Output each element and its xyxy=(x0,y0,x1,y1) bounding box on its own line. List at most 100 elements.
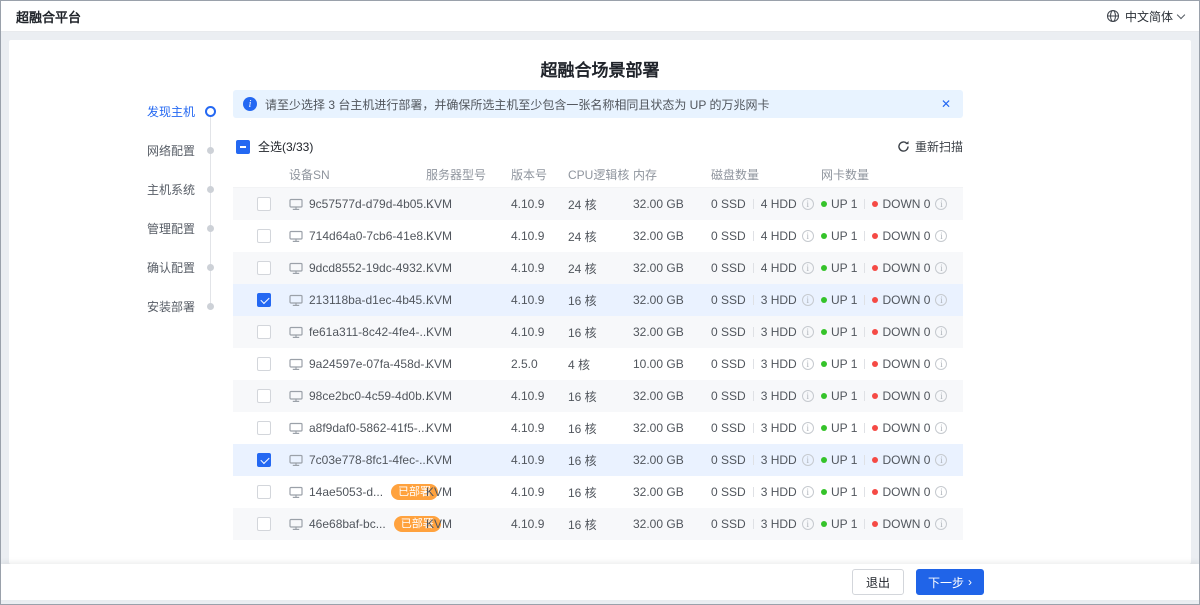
nic-info-icon[interactable]: i xyxy=(935,262,947,274)
wizard-step[interactable]: 主机系统 xyxy=(9,170,221,209)
divider xyxy=(864,295,865,305)
host-cpu-cores: 16 核 xyxy=(568,484,633,501)
nic-info-icon[interactable]: i xyxy=(935,422,947,434)
wizard-step[interactable]: 网络配置 xyxy=(9,131,221,170)
host-checkbox[interactable] xyxy=(257,453,271,467)
disk-info-icon[interactable]: i xyxy=(802,262,814,274)
nic-info-icon[interactable]: i xyxy=(935,358,947,370)
banner-text: 请至少选择 3 台主机进行部署，并确保所选主机至少包含一张名称相同且状态为 UP… xyxy=(265,96,931,113)
host-checkbox[interactable] xyxy=(257,485,271,499)
nic-info-icon[interactable]: i xyxy=(935,326,947,338)
host-version: 4.10.9 xyxy=(511,261,568,275)
nic-info-icon[interactable]: i xyxy=(935,454,947,466)
up-status-dot xyxy=(821,201,827,207)
server-icon xyxy=(289,486,303,499)
wizard-step[interactable]: 确认配置 xyxy=(9,248,221,287)
nic-info-icon[interactable]: i xyxy=(935,518,947,530)
host-hdd-count: 3 HDD xyxy=(761,421,797,435)
host-model: KVM xyxy=(426,197,511,211)
wizard-step[interactable]: 安装部署 xyxy=(9,287,221,326)
host-down-count: DOWN 0 xyxy=(882,389,930,403)
down-status-dot xyxy=(872,425,878,431)
nic-info-icon[interactable]: i xyxy=(935,294,947,306)
server-icon xyxy=(289,422,303,435)
nic-info-icon[interactable]: i xyxy=(935,230,947,242)
globe-icon xyxy=(1106,9,1120,23)
info-banner: i 请至少选择 3 台主机进行部署，并确保所选主机至少包含一张名称相同且状态为 … xyxy=(233,90,963,118)
disk-info-icon[interactable]: i xyxy=(802,486,814,498)
disk-info-icon[interactable]: i xyxy=(802,358,814,370)
host-model: KVM xyxy=(426,485,511,499)
host-row[interactable]: 9dcd8552-19dc-4932... KVM 4.10.9 24 核 32… xyxy=(233,252,963,284)
divider xyxy=(753,199,754,209)
host-checkbox[interactable] xyxy=(257,517,271,531)
select-all[interactable]: 全选(3/33) xyxy=(236,138,313,155)
host-checkbox[interactable] xyxy=(257,261,271,275)
nic-info-icon[interactable]: i xyxy=(935,390,947,402)
disk-info-icon[interactable]: i xyxy=(802,230,814,242)
host-sn-cell: 9dcd8552-19dc-4932... xyxy=(289,261,426,275)
wizard-step-dot xyxy=(204,300,217,313)
host-nic-cell: UP 1 DOWN 0 i xyxy=(821,485,963,499)
disk-info-icon[interactable]: i xyxy=(802,454,814,466)
rescan-button[interactable]: 重新扫描 xyxy=(897,138,963,155)
host-checkbox[interactable] xyxy=(257,197,271,211)
close-icon[interactable]: ✕ xyxy=(939,98,953,110)
host-row[interactable]: fe61a311-8c42-4fe4-... KVM 4.10.9 16 核 3… xyxy=(233,316,963,348)
host-checkbox[interactable] xyxy=(257,389,271,403)
host-memory: 32.00 GB xyxy=(633,293,711,307)
host-row[interactable]: 9a24597e-07fa-458d-... KVM 2.5.0 4 核 10.… xyxy=(233,348,963,380)
exit-button[interactable]: 退出 xyxy=(852,569,904,595)
disk-info-icon[interactable]: i xyxy=(802,422,814,434)
host-row[interactable]: 已部署 i i xyxy=(233,540,963,548)
host-up-count: UP 1 xyxy=(831,197,857,211)
disk-info-icon[interactable]: i xyxy=(802,518,814,530)
host-row[interactable]: 98ce2bc0-4c59-4d0b... KVM 4.10.9 16 核 32… xyxy=(233,380,963,412)
select-all-checkbox[interactable] xyxy=(236,140,250,154)
server-icon xyxy=(289,262,303,275)
next-step-button[interactable]: 下一步 › xyxy=(916,569,984,595)
host-row[interactable]: 46e68baf-bc... 已部署 KVM 4.10.9 16 核 32.00… xyxy=(233,508,963,540)
divider xyxy=(864,199,865,209)
language-switcher[interactable]: 中文简体 xyxy=(1106,8,1184,25)
host-version: 4.10.9 xyxy=(511,421,568,435)
col-cpu-cores: CPU逻辑核 xyxy=(568,166,633,183)
host-row[interactable]: 9c57577d-d79d-4b05... KVM 4.10.9 24 核 32… xyxy=(233,188,963,220)
host-hdd-count: 3 HDD xyxy=(761,517,797,531)
wizard-step[interactable]: 发现主机 xyxy=(9,92,221,131)
disk-info-icon[interactable]: i xyxy=(802,326,814,338)
row-check-cell xyxy=(233,485,289,499)
divider xyxy=(753,295,754,305)
host-disk-cell: 0 SSD 4 HDD i xyxy=(711,229,821,243)
host-checkbox[interactable] xyxy=(257,421,271,435)
nic-info-icon[interactable]: i xyxy=(935,198,947,210)
host-row[interactable]: 213118ba-d1ec-4b45... KVM 4.10.9 16 核 32… xyxy=(233,284,963,316)
host-sn: 9c57577d-d79d-4b05... xyxy=(309,197,433,211)
host-up-count: UP 1 xyxy=(831,517,857,531)
host-version: 4.10.9 xyxy=(511,389,568,403)
host-row[interactable]: 714d64a0-7cb6-41e8... KVM 4.10.9 24 核 32… xyxy=(233,220,963,252)
host-row[interactable]: a8f9daf0-5862-41f5-... KVM 4.10.9 16 核 3… xyxy=(233,412,963,444)
divider xyxy=(753,327,754,337)
disk-info-icon[interactable]: i xyxy=(802,294,814,306)
page-body: 超融合场景部署 发现主机 网络配置 主机系统 管理配置 确认配置 安装部署 xyxy=(1,32,1199,564)
host-row[interactable]: 7c03e778-8fc1-4fec-... KVM 4.10.9 16 核 3… xyxy=(233,444,963,476)
host-checkbox[interactable] xyxy=(257,357,271,371)
host-checkbox[interactable] xyxy=(257,325,271,339)
wizard-step-label: 管理配置 xyxy=(147,220,195,237)
nic-info-icon[interactable]: i xyxy=(935,486,947,498)
divider xyxy=(864,455,865,465)
info-icon: i xyxy=(243,97,257,111)
host-sn-cell: 213118ba-d1ec-4b45... xyxy=(289,293,426,307)
host-down-count: DOWN 0 xyxy=(882,325,930,339)
host-sn-cell: 7c03e778-8fc1-4fec-... xyxy=(289,453,426,467)
disk-info-icon[interactable]: i xyxy=(802,198,814,210)
disk-info-icon[interactable]: i xyxy=(802,390,814,402)
host-row[interactable]: 14ae5053-d... 已部署 KVM 4.10.9 16 核 32.00 … xyxy=(233,476,963,508)
divider xyxy=(864,423,865,433)
wizard-step[interactable]: 管理配置 xyxy=(9,209,221,248)
host-checkbox[interactable] xyxy=(257,229,271,243)
wizard-step-dot xyxy=(204,222,217,235)
language-label: 中文简体 xyxy=(1125,8,1173,25)
host-checkbox[interactable] xyxy=(257,293,271,307)
